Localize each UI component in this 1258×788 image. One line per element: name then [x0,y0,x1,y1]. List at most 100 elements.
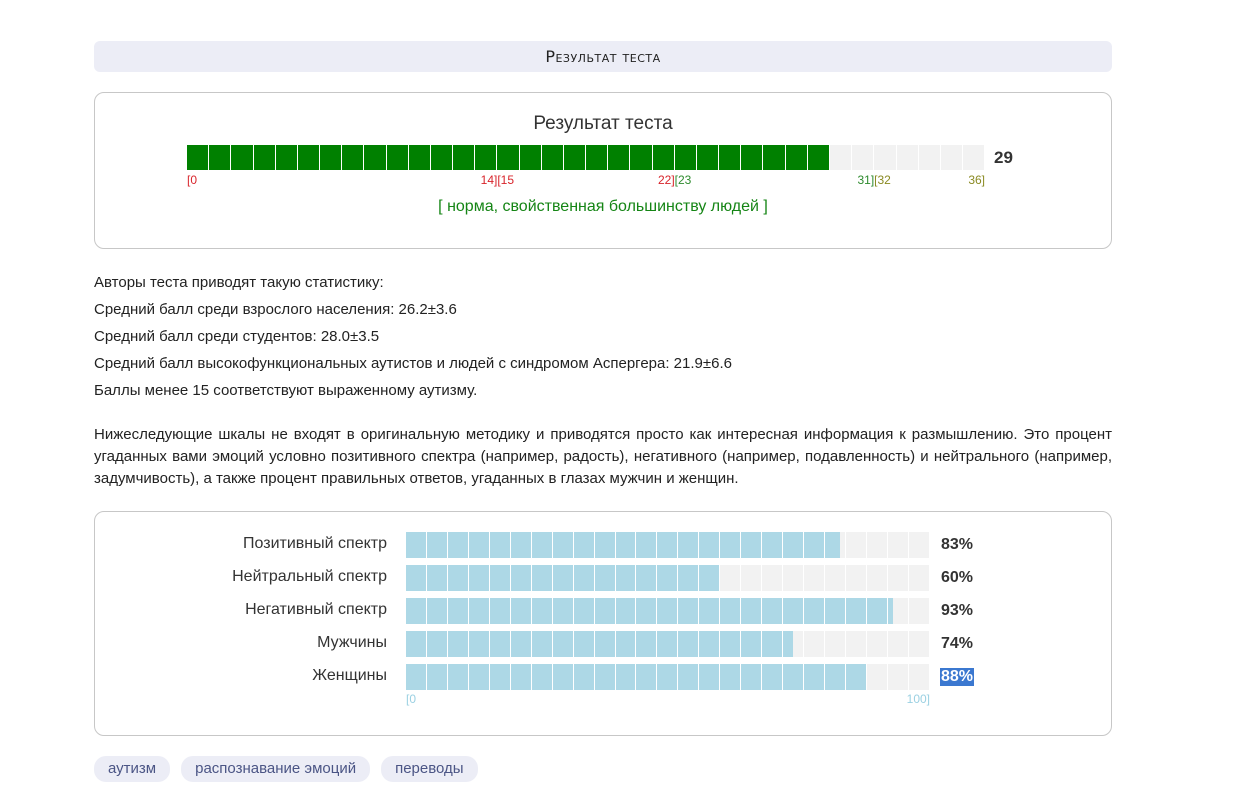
scale-segment [552,532,574,558]
scale-segment [468,664,490,690]
scale-tick-max: 100] [906,692,930,706]
score-segment [408,145,431,170]
score-segment [674,145,697,170]
scale-segment [762,565,784,591]
score-segment [918,145,941,170]
stats-line: Средний балл среди студентов: 28.0±3.5 [94,328,380,345]
scale-segment [866,631,888,657]
scale-segment [866,664,888,690]
scale-segment [468,532,490,558]
scale-segment [699,598,721,624]
main-result-title: Результат теста [533,113,673,134]
scale-value: 88% [940,668,975,686]
scale-segment [447,631,469,657]
scale-segment [741,664,763,690]
scale-segment [447,664,469,690]
scale-segment [657,631,679,657]
scale-segment [615,598,637,624]
scale-segment [406,532,427,558]
result-header: Результат теста [94,41,1112,72]
scale-segment [699,664,721,690]
tag-list: аутизм распознавание эмоций переводы [94,756,1112,782]
scale-segment [468,631,490,657]
scale-segment [552,598,574,624]
scale-segment [783,631,805,657]
scale-segment [489,631,511,657]
score-segment [386,145,409,170]
scale-segment [678,565,700,591]
score-segment [652,145,675,170]
scale-segment [657,532,679,558]
scale-segment [594,565,616,591]
scale-segment [615,565,637,591]
scale-segment [594,532,616,558]
scale-segment [510,664,532,690]
score-tick-label: [15 [497,173,515,187]
scale-segment [636,598,658,624]
scale-segment [489,664,511,690]
scale-tick-min: [0 [406,692,417,706]
scale-segment [615,631,637,657]
scale-row: Нейтральный спектр 60% [95,565,1113,591]
score-segment [807,145,830,170]
scale-segment [887,532,909,558]
tag-translations[interactable]: переводы [381,756,478,782]
tag-autism[interactable]: аутизм [94,756,171,782]
score-segment [608,145,631,170]
score-segment [209,145,232,170]
scale-segment [406,565,427,591]
scale-segment [846,565,867,591]
scale-segment [762,532,784,558]
scale-segment [552,631,574,657]
tag-emotion-recognition[interactable]: распознавание эмоций [181,756,371,782]
page-title: Результат теста [545,47,661,66]
scale-value: 93% [941,602,974,619]
scale-segment [866,565,888,591]
score-segment [741,145,764,170]
scale-segment [741,532,763,558]
scale-segment [846,598,867,624]
score-tick-label: 36] [968,173,985,187]
scale-segment [552,664,574,690]
scale-segment [825,664,847,690]
score-tick-label: 22] [657,173,675,187]
scale-bar [406,565,930,591]
scale-value: 74% [941,635,974,652]
scale-segment [866,598,888,624]
scale-segment [615,664,637,690]
score-segment [497,145,520,170]
scale-segment [594,598,616,624]
main-score-ticks: [0 14] [15 22] [23 31] [32 36] [187,173,985,189]
scale-segment [783,532,805,558]
scale-segment [510,565,532,591]
scale-segment [887,598,909,624]
score-segment [253,145,276,170]
scale-row: Позитивный спектр 83% [95,532,1113,558]
scale-segment [804,565,826,591]
scale-segment [426,598,448,624]
scale-segment [489,598,511,624]
scale-segment [426,664,448,690]
score-segment [541,145,564,170]
scale-segment [594,664,616,690]
score-segment [187,145,210,170]
scale-segment [406,664,427,690]
scale-label: Мужчины [317,634,387,651]
score-segment [963,145,986,170]
scale-segment [406,598,427,624]
scale-segment [741,631,763,657]
scale-segment [573,664,595,690]
scale-value: 60% [941,569,974,586]
scale-segment [866,532,888,558]
scale-segment [447,565,469,591]
score-segment [719,145,742,170]
score-segment [696,145,720,170]
scale-segment [887,664,909,690]
scale-segment [426,565,448,591]
scale-label: Женщины [312,667,387,684]
score-segment [453,145,476,170]
stats-line: Средний балл высокофункциональных аутист… [94,355,732,372]
scale-segment [573,631,595,657]
scale-segment [783,598,805,624]
score-segment [896,145,919,170]
